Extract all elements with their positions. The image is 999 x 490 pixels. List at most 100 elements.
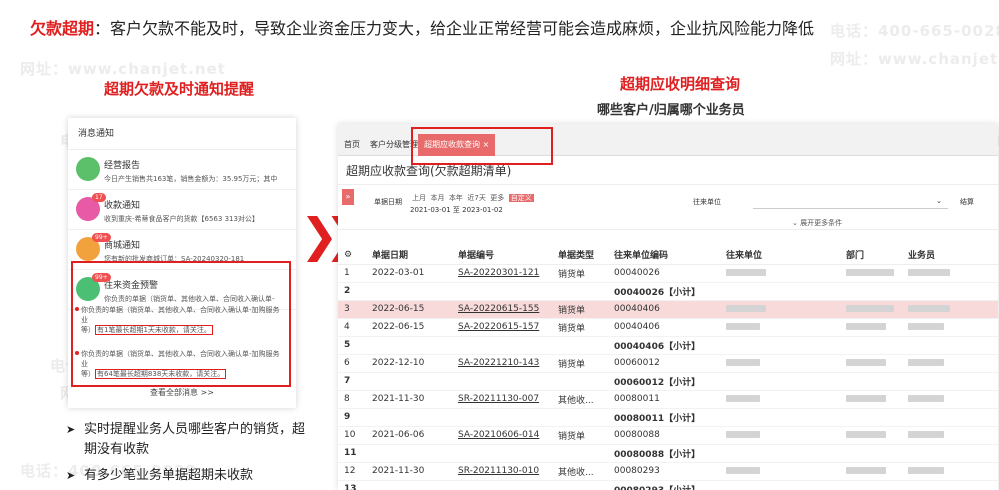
row-number: 11 [338, 444, 366, 463]
notification-title: 经营报告 [104, 161, 141, 171]
subtotal-row[interactable]: 2 00040026【小计】 [338, 282, 998, 301]
date-option-this-year[interactable]: 本年 [449, 194, 463, 202]
doc-type-cell: 销货单 [552, 354, 608, 373]
doc-date-cell [366, 372, 452, 391]
table-row[interactable]: 10 2021-06-06 SA-20210606-014 销货单 00080088 [338, 426, 998, 445]
warning-message[interactable]: 你负责的单据（销货单、其他收入单、合同收入确认单-加购服务业 等） 有1笔最长超期… [75, 305, 286, 335]
column-header[interactable]: 单据类型 [552, 246, 608, 265]
settings-gear-icon[interactable]: ⚙ [338, 246, 366, 265]
doc-number-link[interactable] [452, 444, 552, 463]
bullet-text: 实时提醒业务人员哪些客户的销货，超期没有收款 [84, 422, 306, 457]
partner-code-cell: 00040026 [608, 264, 720, 283]
subtotal-row[interactable]: 11 00080088【小计】 [338, 444, 998, 463]
redacted-text [846, 467, 886, 474]
doc-type-cell: 销货单 [552, 426, 608, 445]
table-row[interactable]: 3 2022-06-15 SA-20220615-155 销货单 00040406 [338, 300, 998, 319]
expand-conditions-button[interactable]: ⌄ 展开更多条件 [792, 218, 842, 228]
doc-number-link[interactable] [452, 480, 552, 490]
doc-number-link[interactable]: SA-20220615-157 [452, 318, 552, 337]
department-cell [840, 336, 902, 355]
doc-type-cell [552, 408, 608, 427]
table-row[interactable]: 4 2022-06-15 SA-20220615-157 销货单 00040406 [338, 318, 998, 337]
notification-item[interactable]: 经营报告 今日产生销售共163笔，销售金额为：35.95万元；其中 [68, 150, 296, 190]
column-header[interactable]: 单据编号 [452, 246, 552, 265]
partner-name-cell [720, 480, 840, 490]
page-title: 超期应收款查询(欠款超期清单) [346, 164, 512, 178]
partner-input[interactable] [753, 199, 948, 209]
partner-code-cell: 00080088 [608, 426, 720, 445]
doc-number-link[interactable]: SA-20220615-155 [452, 300, 552, 319]
subtotal-row[interactable]: 7 00060012【小计】 [338, 372, 998, 391]
table-row[interactable]: 8 2021-11-30 SR-20211130-007 其他收... 00080011 [338, 390, 998, 409]
partner-name-cell [720, 426, 840, 445]
headline-highlight: 欠款超期 [30, 19, 95, 38]
doc-number-link[interactable]: SR-20211130-010 [452, 462, 552, 481]
department-cell [840, 372, 902, 391]
tab-home[interactable]: 首页 [338, 134, 366, 156]
partner-name-cell [720, 336, 840, 355]
quick-date-options: 上月 本月 本年 近7天 更多 自定义 [412, 193, 534, 203]
partner-code-cell: 00040406 [608, 300, 720, 319]
subtotal-row[interactable]: 13 00080293【小计】 [338, 480, 998, 490]
table-row[interactable]: 12 2021-11-30 SR-20211130-010 其他收... 0008029… [338, 462, 998, 481]
doc-number-link[interactable]: SA-20220301-121 [452, 264, 552, 283]
notification-title: 商城通知 [104, 241, 141, 251]
salesperson-cell [902, 390, 998, 409]
table-row[interactable]: 6 2022-12-10 SA-20221210-143 销货单 00060012 [338, 354, 998, 373]
doc-number-link[interactable] [452, 282, 552, 301]
redacted-text [846, 323, 886, 330]
date-range-value[interactable]: 2021-03-01 至 2023-01-02 [410, 205, 503, 215]
partner-code-cell: 00040026【小计】 [608, 282, 720, 301]
doc-number-link[interactable] [452, 408, 552, 427]
column-header[interactable]: 业务员 [902, 246, 998, 265]
unread-dot-icon [75, 351, 79, 355]
column-header[interactable]: 往来单位 [720, 246, 840, 265]
date-option-more[interactable]: 更多 [490, 194, 504, 202]
redacted-text [726, 269, 766, 276]
department-cell [840, 390, 902, 409]
column-header[interactable]: 往来单位编码 [608, 246, 720, 265]
date-option-custom[interactable]: 自定义 [508, 194, 534, 202]
partner-filter-label: 往来单位 [693, 198, 721, 206]
dropdown-icon[interactable]: ⌄ [936, 197, 942, 205]
partner-code-cell: 00040406 [608, 318, 720, 337]
department-cell [840, 282, 902, 301]
doc-date-cell [366, 408, 452, 427]
date-option-this-month[interactable]: 本月 [430, 194, 444, 202]
table-row[interactable]: 1 2022-03-01 SA-20220301-121 销货单 00040026 [338, 264, 998, 283]
doc-type-cell: 销货单 [552, 318, 608, 337]
doc-number-link[interactable]: SR-20211130-007 [452, 390, 552, 409]
row-number: 8 [338, 390, 366, 409]
doc-date-cell: 2021-11-30 [366, 390, 452, 409]
partner-code-cell: 00080011【小计】 [608, 408, 720, 427]
view-all-messages-link[interactable]: 查看全部消息 >> [68, 387, 296, 398]
overdue-count-highlight: 有64笔最长超期838天未收款，请关注。 [95, 369, 227, 379]
department-cell [840, 354, 902, 373]
row-number: 13 [338, 480, 366, 490]
redacted-text [846, 359, 886, 366]
column-header[interactable]: 部门 [840, 246, 902, 265]
salesperson-cell [902, 462, 998, 481]
column-header[interactable]: 单据日期 [366, 246, 452, 265]
tab-highlight-box [411, 127, 553, 165]
subtotal-row[interactable]: 5 00040406【小计】 [338, 336, 998, 355]
doc-number-link[interactable] [452, 372, 552, 391]
doc-type-cell: 其他收... [552, 390, 608, 409]
redacted-text [908, 467, 944, 474]
doc-number-link[interactable] [452, 336, 552, 355]
overdue-query-window: 首页 客户分级管理 × 超期应收款查询 × 超期应收款查询(欠款超期清单) » … [338, 124, 998, 490]
doc-number-link[interactable]: SA-20210606-014 [452, 426, 552, 445]
salesperson-cell [902, 354, 998, 373]
department-cell [840, 444, 902, 463]
date-option-last-7-days[interactable]: 近7天 [467, 194, 485, 202]
date-option-last-month[interactable]: 上月 [412, 194, 426, 202]
bullet-item: ➤ 有多少笔业务单据超期未收款 [66, 466, 306, 486]
redacted-text [908, 431, 944, 438]
doc-date-cell [366, 336, 452, 355]
row-number: 2 [338, 282, 366, 301]
subtotal-row[interactable]: 9 00080011【小计】 [338, 408, 998, 427]
notification-item[interactable]: 17 收款通知 收到重庆-希蒂食品客户的货款【6563 313对公】 [68, 190, 296, 230]
doc-number-link[interactable]: SA-20221210-143 [452, 354, 552, 373]
warning-message[interactable]: 你负责的单据（销货单、其他收入单、合同收入确认单-加购服务业 等） 有64笔最长超… [75, 349, 286, 379]
collapse-filter-icon[interactable]: » [342, 189, 354, 205]
